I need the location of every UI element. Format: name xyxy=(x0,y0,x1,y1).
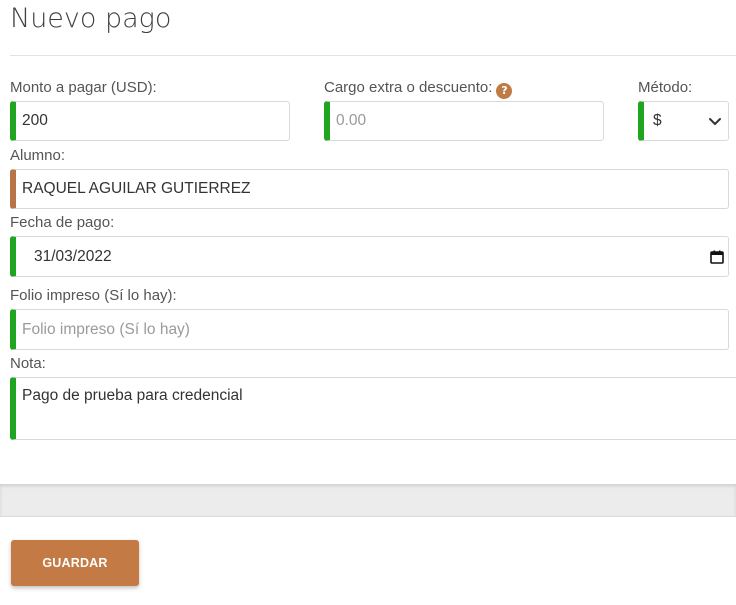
amount-label: Monto a pagar (USD): xyxy=(10,79,157,96)
extra-charge-label-text: Cargo extra o descuento: xyxy=(324,79,493,96)
note-value: Pago de prueba para credencial xyxy=(22,387,243,404)
method-select[interactable]: $ xyxy=(638,101,729,141)
amount-input[interactable]: 200 xyxy=(10,101,290,141)
page-title: Nuevo pago xyxy=(10,3,172,34)
note-textarea[interactable]: Pago de prueba para credencial xyxy=(10,377,736,440)
payment-date-label: Fecha de pago: xyxy=(10,214,115,231)
payment-date-value: 31/03/2022 xyxy=(34,247,112,265)
extra-charge-placeholder: 0.00 xyxy=(336,112,367,129)
folio-input[interactable]: Folio impreso (Sí lo hay) xyxy=(10,309,729,350)
note-label: Nota: xyxy=(10,355,46,372)
method-selected-value: $ xyxy=(653,112,662,129)
folio-placeholder: Folio impreso (Sí lo hay) xyxy=(22,320,190,338)
student-value: RAQUEL AGUILAR GUTIERREZ xyxy=(22,180,251,197)
extra-charge-label: Cargo extra o descuento:? xyxy=(324,79,513,99)
footer-divider-band xyxy=(0,484,736,517)
question-circle-icon[interactable]: ? xyxy=(496,83,513,99)
folio-label: Folio impreso (Sí lo hay): xyxy=(10,287,177,304)
payment-date-input[interactable]: 31/03/2022 xyxy=(10,236,729,277)
extra-charge-input[interactable]: 0.00 xyxy=(324,101,604,141)
calendar-icon[interactable] xyxy=(710,250,724,264)
method-label: Método: xyxy=(638,79,693,96)
save-button[interactable]: GUARDAR xyxy=(11,540,139,586)
chevron-down-icon xyxy=(709,118,721,125)
amount-value: 200 xyxy=(22,112,48,129)
student-field[interactable]: RAQUEL AGUILAR GUTIERREZ xyxy=(10,169,729,209)
student-label: Alumno: xyxy=(10,147,66,164)
title-divider xyxy=(10,55,736,56)
